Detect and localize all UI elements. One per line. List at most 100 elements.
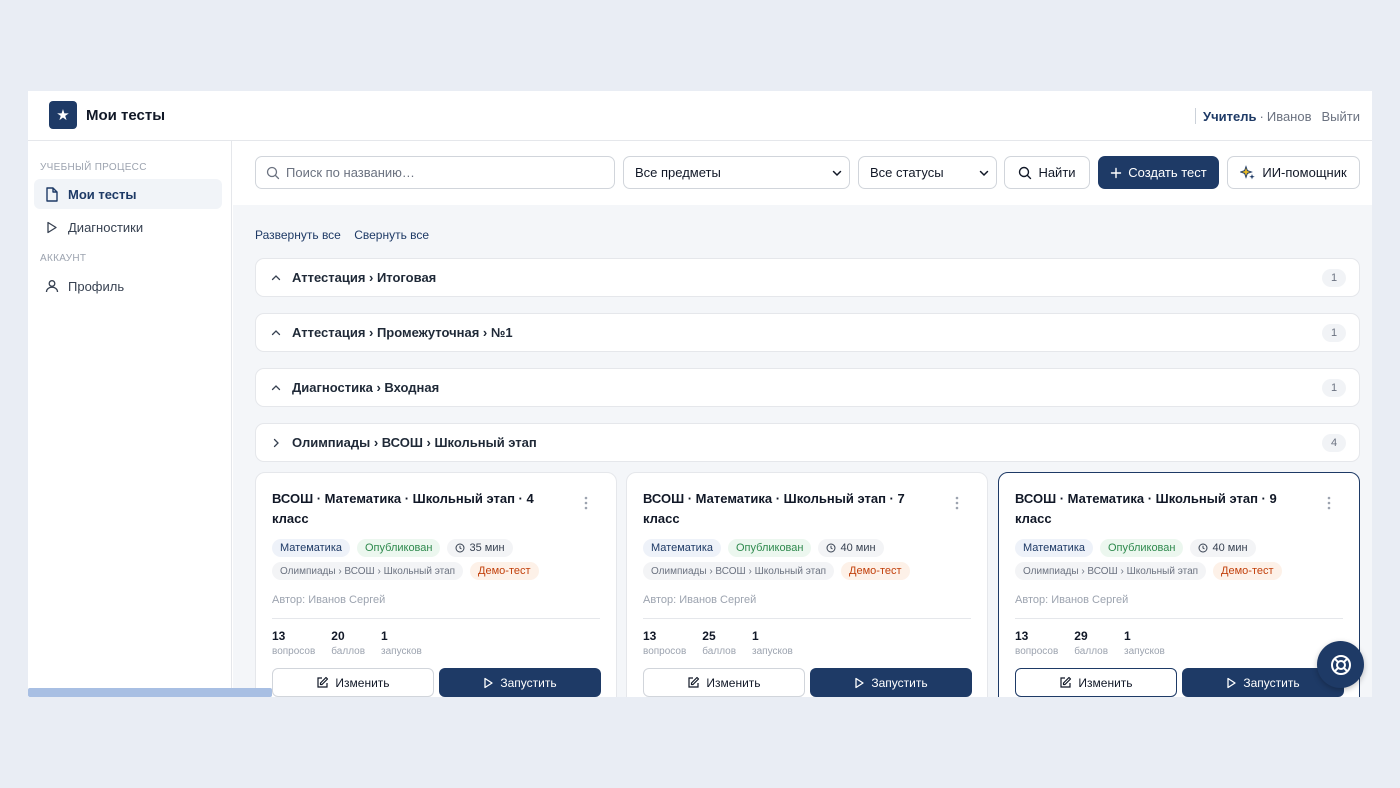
edit-icon <box>317 676 329 688</box>
run-button[interactable]: Запустить <box>439 668 601 697</box>
ai-assistant-button[interactable]: ИИ-помощник <box>1227 156 1360 189</box>
user-area: Учитель · Иванов Выйти <box>1195 108 1360 124</box>
edit-button[interactable]: Изменить <box>1015 668 1177 697</box>
create-test-button[interactable]: Создать тест <box>1098 156 1219 189</box>
card-divider <box>643 618 971 619</box>
stat-value: 13 <box>643 629 657 643</box>
card-tags-secondary: Олимпиады › ВСОШ › Школьный этап Демо-те… <box>1015 562 1282 580</box>
sidebar-item-my-tests[interactable]: Мои тесты <box>34 179 222 209</box>
stat-questions: 13 вопросов <box>272 629 315 657</box>
demo-badge: Демо-тест <box>470 562 539 580</box>
toolbar: Поиск по названию… Все предметы Все стат… <box>233 141 1372 205</box>
edit-button-label: Изменить <box>1078 675 1133 690</box>
stat-value: 1 <box>752 629 759 643</box>
card-stats: 13 вопросов 29 баллов 1 запусков <box>1015 629 1181 657</box>
stat-label: запусков <box>1124 646 1165 657</box>
stat-points: 20 баллов <box>331 629 365 657</box>
subject-select-value: Все предметы <box>635 165 721 180</box>
stat-value: 29 <box>1074 629 1088 643</box>
edit-button-label: Изменить <box>706 675 761 690</box>
card-tags-secondary: Олимпиады › ВСОШ › Школьный этап Демо-те… <box>643 562 910 580</box>
chevron-down-icon <box>832 170 842 176</box>
demo-badge: Демо-тест <box>1213 562 1282 580</box>
duration-tag: 40 мин <box>1190 539 1256 557</box>
run-button[interactable]: Запустить <box>810 668 972 697</box>
card-stats: 13 вопросов 20 баллов 1 запусков <box>272 629 438 657</box>
more-vertical-icon[interactable] <box>949 495 965 511</box>
category-tag: Олимпиады › ВСОШ › Школьный этап <box>643 562 835 580</box>
search-placeholder: Поиск по названию… <box>286 165 415 180</box>
sidebar-item-label: Профиль <box>68 278 125 294</box>
stat-value: 20 <box>331 629 345 643</box>
card-divider <box>1015 618 1343 619</box>
sidebar-item-diagnostics[interactable]: Диагностики <box>34 212 222 242</box>
card-tags: Математика Опубликован 40 мин <box>643 539 884 557</box>
status-select[interactable]: Все статусы <box>858 156 997 189</box>
app-window: ★ Мои тесты Учитель · Иванов Выйти УЧЕБН… <box>28 91 1372 697</box>
status-select-value: Все статусы <box>870 165 944 180</box>
stat-value: 13 <box>1015 629 1029 643</box>
chevron-up-icon <box>268 272 284 284</box>
user-icon <box>44 278 60 294</box>
card-author: Автор: Иванов Сергей <box>1015 594 1129 606</box>
card-tags: Математика Опубликован 35 мин <box>272 539 513 557</box>
run-button-label: Запустить <box>1243 675 1300 690</box>
search-icon <box>1019 166 1032 179</box>
user-name: Иванов <box>1266 108 1312 124</box>
stat-label: запусков <box>381 646 422 657</box>
group-attestation-intermediate[interactable]: Аттестация › Промежуточная › №1 1 <box>255 313 1360 352</box>
duration-tag: 40 мин <box>818 539 884 557</box>
clock-icon <box>455 543 465 553</box>
sidebar-item-profile[interactable]: Профиль <box>34 271 222 301</box>
stat-questions: 13 вопросов <box>1015 629 1058 657</box>
card-title: ВСОШ · Математика · Школьный этап · 4 кл… <box>272 491 534 526</box>
test-card: ВСОШ · Математика · Школьный этап · 7 кл… <box>626 472 988 697</box>
clock-icon <box>826 543 836 553</box>
sparkles-icon <box>1240 164 1256 179</box>
play-icon <box>855 677 865 688</box>
edit-button[interactable]: Изменить <box>643 668 805 697</box>
duration-text: 40 мин <box>840 542 876 554</box>
expand-all-link[interactable]: Развернуть все <box>255 228 341 242</box>
file-icon <box>44 186 60 202</box>
collapse-all-link[interactable]: Свернуть все <box>354 228 429 242</box>
stat-label: вопросов <box>1015 646 1059 657</box>
more-vertical-icon[interactable] <box>1321 495 1337 511</box>
more-vertical-icon[interactable] <box>578 495 594 511</box>
plus-icon <box>1111 167 1122 178</box>
create-test-label: Создать тест <box>1128 165 1207 180</box>
group-diagnostics-entry[interactable]: Диагностика › Входная 1 <box>255 368 1360 407</box>
subject-select[interactable]: Все предметы <box>623 156 850 189</box>
edit-button[interactable]: Изменить <box>272 668 434 697</box>
play-icon <box>1227 677 1237 688</box>
chevron-right-icon <box>268 437 284 449</box>
logout-link[interactable]: Выйти <box>1322 109 1361 124</box>
play-icon <box>44 219 60 235</box>
group-title: Аттестация › Итоговая <box>292 270 437 285</box>
sidebar-item-label: Мои тесты <box>68 186 137 202</box>
duration-tag: 35 мин <box>447 539 513 557</box>
stat-label: запусков <box>752 646 793 657</box>
group-attestation-final[interactable]: Аттестация › Итоговая 1 <box>255 258 1360 297</box>
stat-questions: 13 вопросов <box>643 629 686 657</box>
status-badge: Опубликован <box>1100 539 1184 557</box>
stat-value: 1 <box>1124 629 1131 643</box>
group-olympiads[interactable]: Олимпиады › ВСОШ › Школьный этап 4 <box>255 423 1360 462</box>
browser-status-bar <box>28 688 272 697</box>
card-title: ВСОШ · Математика · Школьный этап · 7 кл… <box>643 491 905 526</box>
card-tags-secondary: Олимпиады › ВСОШ › Школьный этап Демо-те… <box>272 562 539 580</box>
group-count-badge: 1 <box>1322 324 1346 342</box>
ai-assistant-label: ИИ-помощник <box>1262 165 1347 180</box>
stat-runs: 1 запусков <box>381 629 422 657</box>
chevron-up-icon <box>268 327 284 339</box>
play-icon <box>484 677 494 688</box>
page-title: Мои тесты <box>86 107 166 124</box>
demo-badge: Демо-тест <box>841 562 910 580</box>
header-divider <box>1195 108 1197 124</box>
stat-runs: 1 запусков <box>1124 629 1165 657</box>
status-badge: Опубликован <box>728 539 812 557</box>
run-button-label: Запустить <box>871 675 928 690</box>
search-input[interactable]: Поиск по названию… <box>255 156 615 189</box>
lifebuoy-icon[interactable] <box>1317 641 1364 688</box>
find-button[interactable]: Найти <box>1004 156 1090 189</box>
